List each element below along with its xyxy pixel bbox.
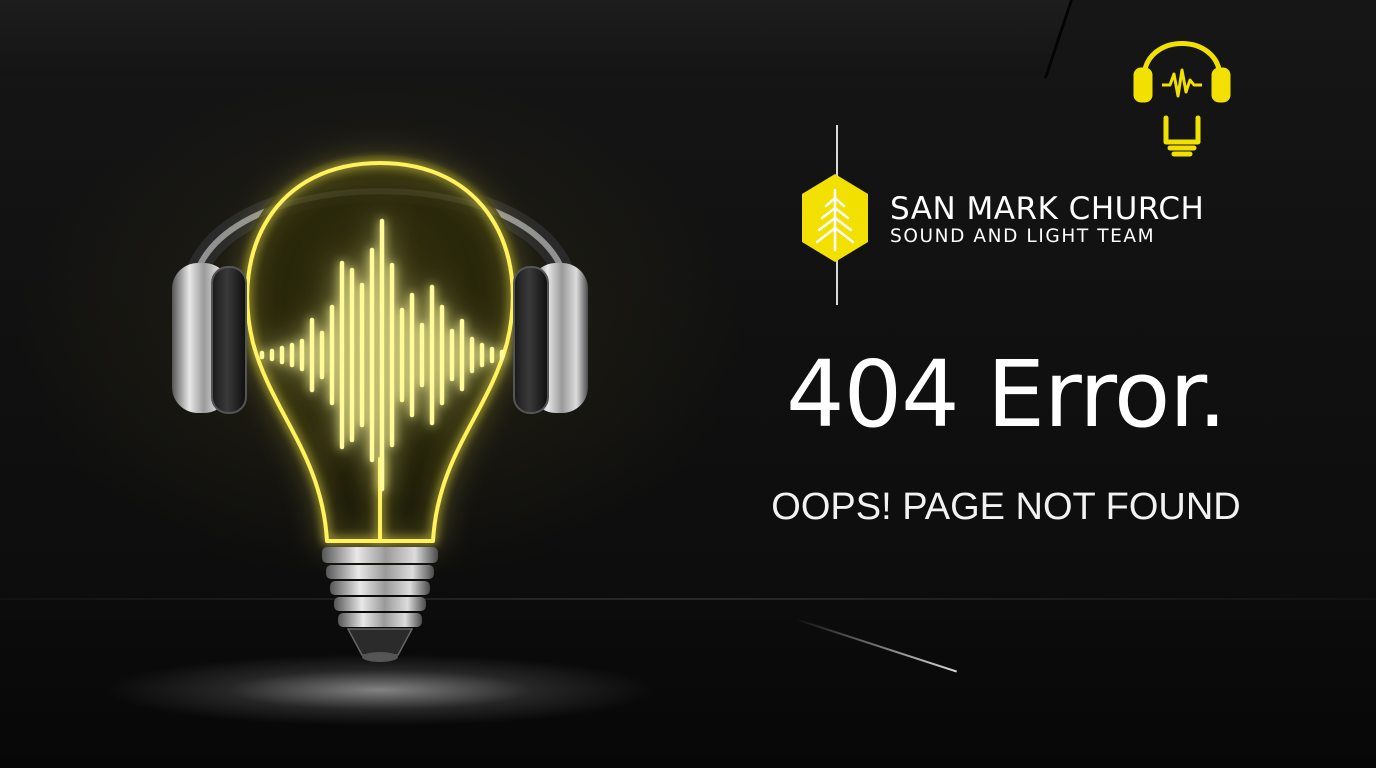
brand-block: SAN MARK CHURCH SOUND AND LIGHT TEAM [890, 192, 1204, 248]
error-page: SAN MARK CHURCH SOUND AND LIGHT TEAM 404… [0, 0, 1376, 768]
headphones-bulb-icon [1133, 41, 1231, 157]
hexagon-tree-icon [802, 174, 868, 262]
error-message: OOPS! PAGE NOT FOUND [771, 486, 1241, 528]
brand-name: SAN MARK CHURCH [890, 191, 1205, 227]
error-title: 404 Error. [786, 341, 1227, 448]
brand-subtitle: SOUND AND LIGHT TEAM [890, 226, 1156, 247]
lightbulb-headphones-icon [172, 155, 588, 662]
